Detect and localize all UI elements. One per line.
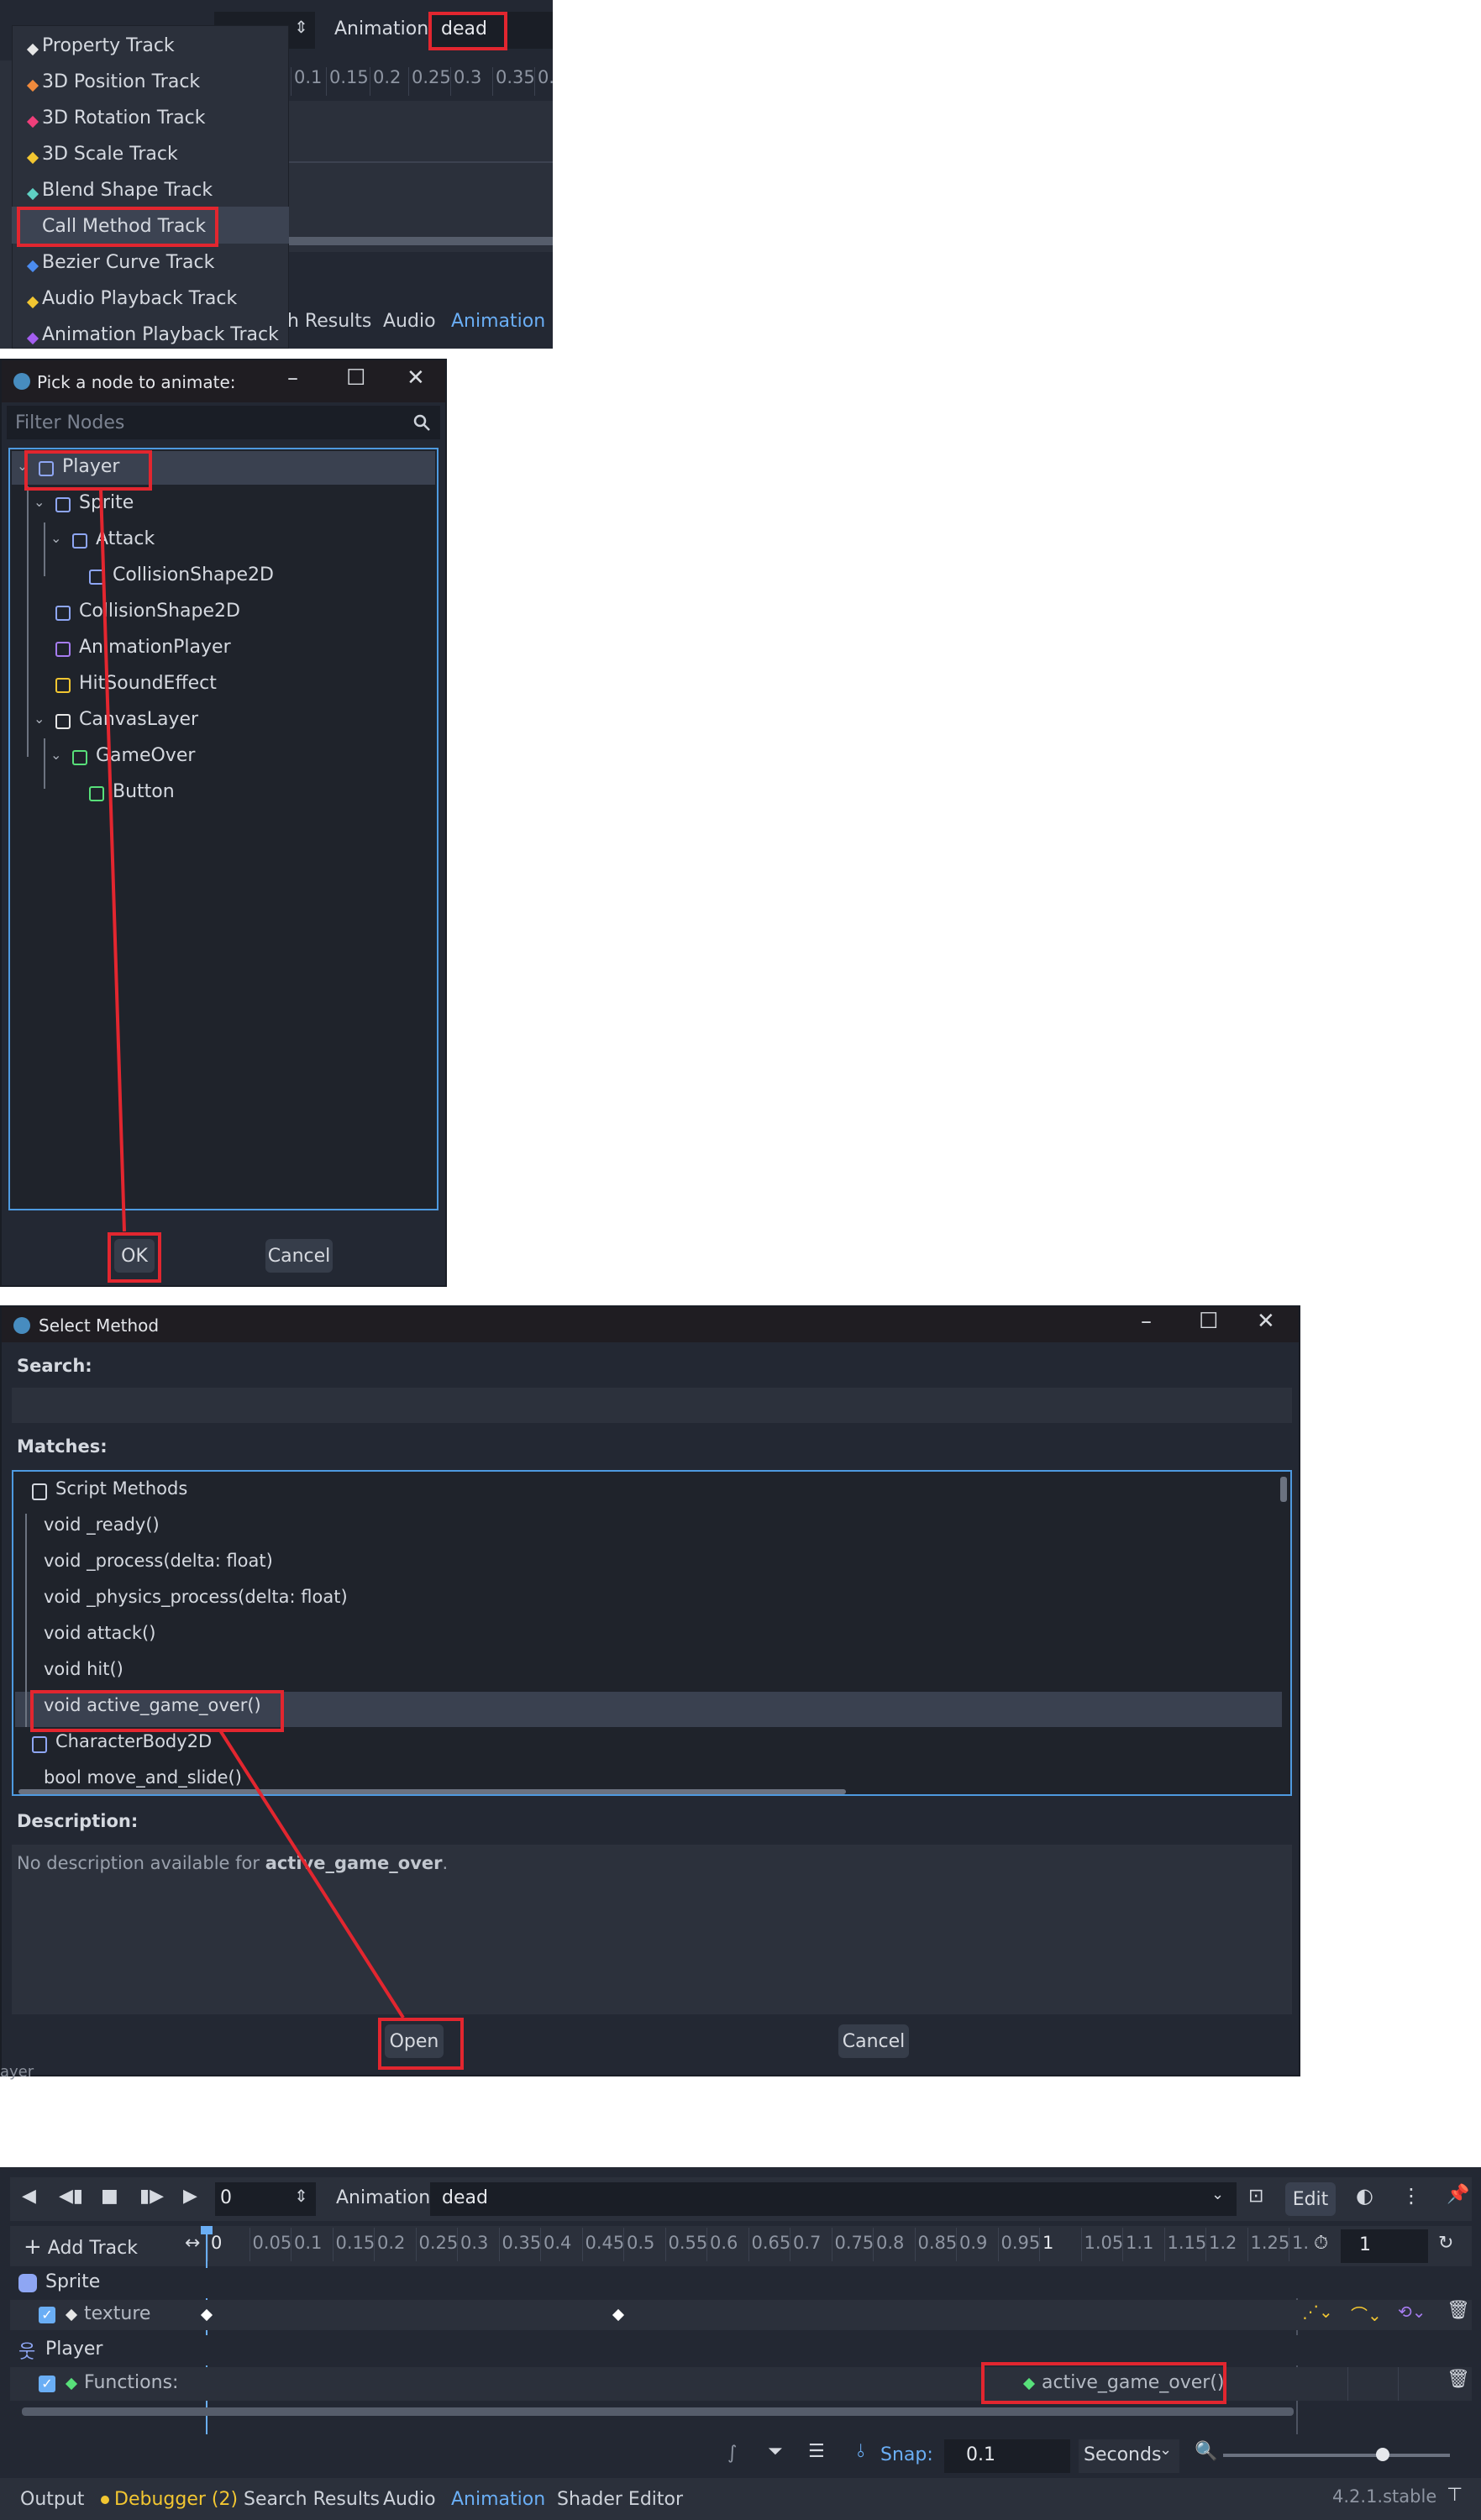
menu-item-0[interactable]: Property Track	[42, 35, 175, 56]
menu-item-5[interactable]: Call Method Track	[42, 216, 206, 237]
arrow-method-to-open	[218, 1729, 405, 2019]
menu-item-1[interactable]: 3D Position Track	[42, 71, 200, 92]
menu-item-2[interactable]: 3D Rotation Track	[42, 108, 206, 129]
menu-item-3[interactable]: 3D Scale Track	[42, 144, 178, 165]
annotation-arrows	[99, 488, 405, 2019]
menu-item-6[interactable]: Bezier Curve Track	[42, 252, 214, 273]
menu-item-8[interactable]: Animation Playback Track	[42, 324, 279, 345]
arrow-player-to-ok	[99, 488, 126, 1232]
menu-item-4[interactable]: Blend Shape Track	[42, 180, 213, 201]
menu-item-7[interactable]: Audio Playback Track	[42, 288, 237, 309]
